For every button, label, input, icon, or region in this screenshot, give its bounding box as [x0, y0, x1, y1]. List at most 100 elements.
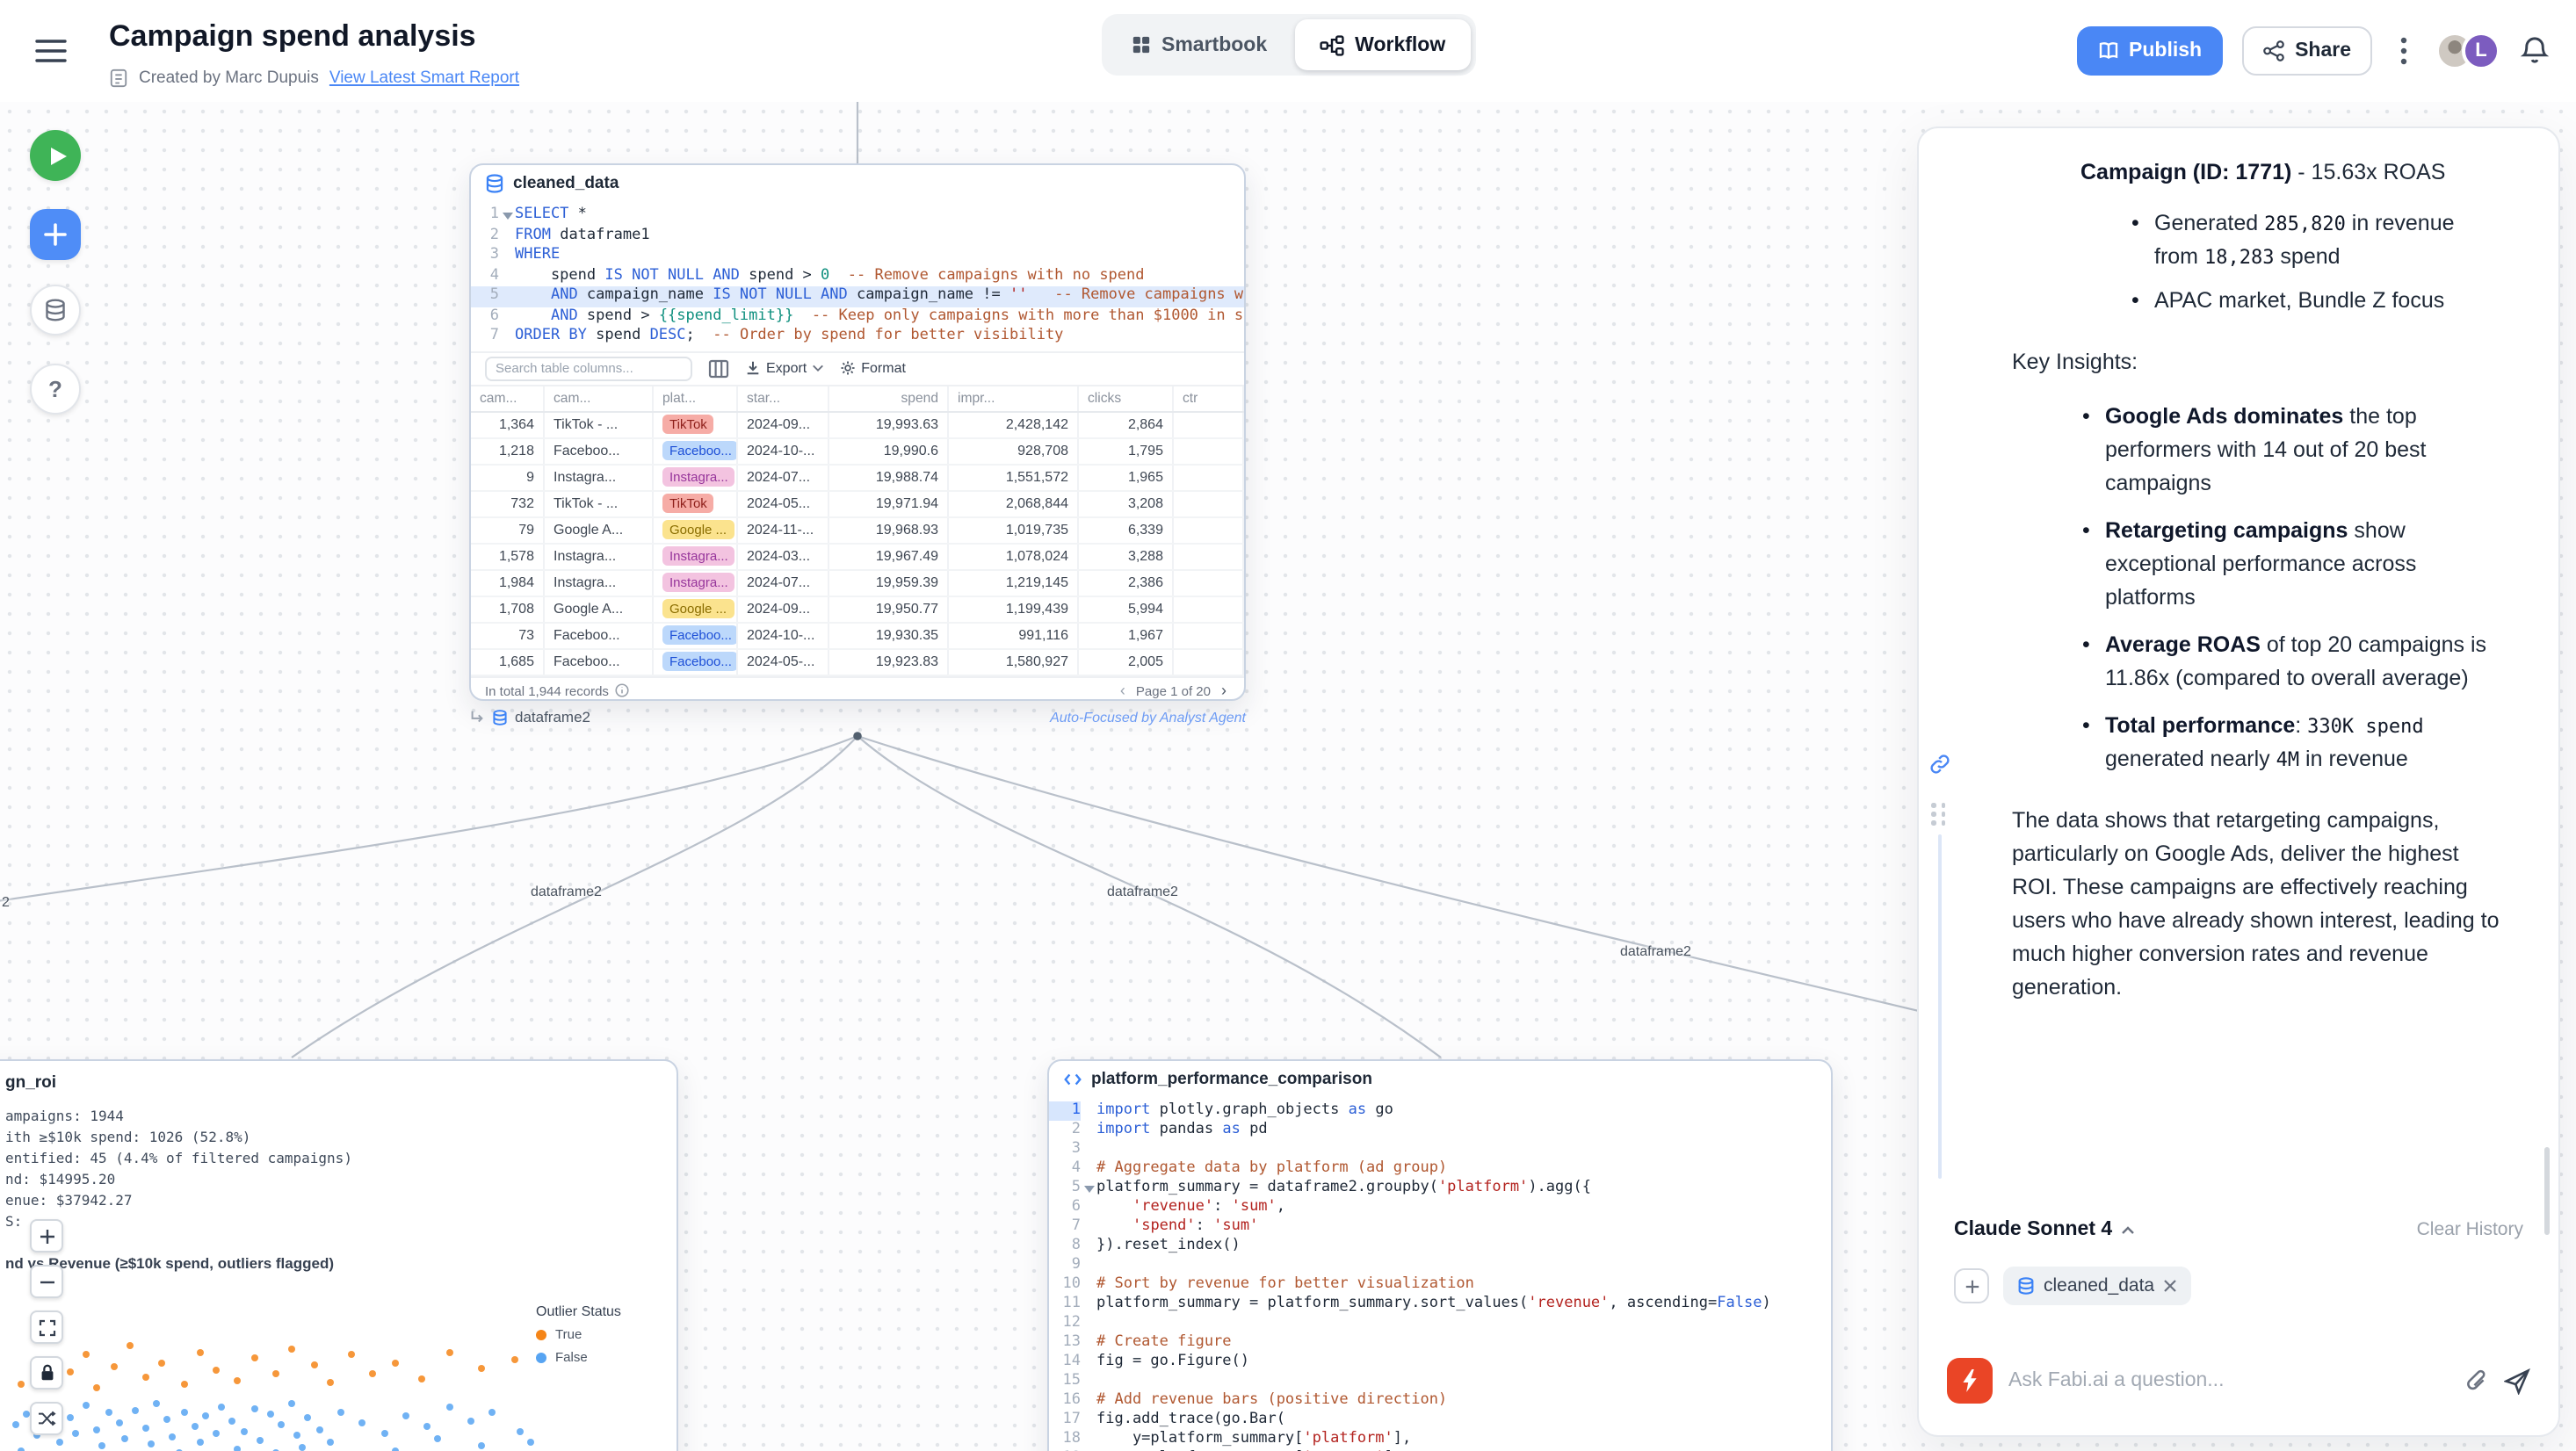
table-row[interactable]: 732TikTok - ...TikTok2024-05...19,971.94…: [471, 491, 1244, 517]
add-context-button[interactable]: [1954, 1268, 1989, 1303]
line-number: 1: [1049, 1101, 1081, 1121]
code-line: 3WHERE: [471, 246, 1244, 266]
column-header[interactable]: cam...: [471, 386, 545, 410]
scatter-point: [392, 1447, 399, 1451]
format-button[interactable]: Format: [840, 360, 906, 376]
share-button[interactable]: Share: [2242, 26, 2372, 76]
line-number: 9: [1049, 1256, 1081, 1275]
scatter-plot[interactable]: [5, 1328, 546, 1451]
chevron-up-icon: [2121, 1225, 2135, 1234]
paperclip-icon[interactable]: [2465, 1368, 2488, 1394]
table-search[interactable]: [485, 356, 692, 380]
column-header[interactable]: spend: [829, 386, 949, 410]
more-options-icon[interactable]: [2391, 35, 2416, 67]
scatter-point: [67, 1414, 74, 1421]
sql-editor[interactable]: 1SELECT *2FROM dataframe13WHERE4 spend I…: [471, 202, 1244, 350]
column-header[interactable]: impr...: [949, 386, 1079, 410]
scatter-point: [229, 1417, 236, 1424]
run-all-button[interactable]: [30, 130, 81, 181]
return-arrow-icon: [469, 709, 485, 725]
tab-workflow[interactable]: Workflow: [1295, 19, 1470, 70]
fold-spacer: [1081, 1411, 1096, 1430]
export-button[interactable]: Export: [745, 360, 824, 376]
column-header[interactable]: plat...: [654, 386, 738, 410]
table-row[interactable]: 9Instagra...Instagra...2024-07...19,988.…: [471, 465, 1244, 491]
node-title: cleaned_data: [513, 174, 619, 193]
fold-chevron-icon[interactable]: [1081, 1179, 1096, 1198]
line-number: 13: [1049, 1333, 1081, 1353]
scatter-point: [359, 1419, 366, 1426]
table-cell: 2,428,142: [949, 412, 1079, 437]
legend-item[interactable]: True: [536, 1326, 659, 1342]
publish-label: Publish: [2129, 40, 2202, 61]
chat-scrollbar[interactable]: [2544, 1147, 2550, 1235]
next-page-icon[interactable]: ›: [1218, 682, 1230, 699]
fold-spacer: [499, 286, 515, 307]
fold-spacer: [1081, 1159, 1096, 1179]
table-row[interactable]: 1,578Instagra...Instagra...2024-03...19,…: [471, 544, 1244, 570]
fold-spacer: [1081, 1430, 1096, 1449]
fold-spacer: [499, 246, 515, 266]
scatter-point: [250, 1405, 257, 1412]
scatter-point: [67, 1368, 74, 1375]
add-cell-button[interactable]: [30, 209, 81, 260]
prev-page-icon[interactable]: ‹: [1117, 682, 1129, 699]
table-cell: 1,984: [471, 570, 545, 595]
info-icon[interactable]: [616, 683, 630, 697]
link-icon[interactable]: [1929, 754, 1950, 775]
latest-smart-report-link[interactable]: View Latest Smart Report: [329, 69, 519, 88]
node-campaign-roi[interactable]: gn_roi ampaigns: 1944ith ≥$10k spend: 10…: [0, 1059, 678, 1451]
auto-layout-button[interactable]: [30, 1402, 63, 1435]
chat-input[interactable]: [2008, 1370, 2449, 1391]
scatter-point: [197, 1438, 204, 1445]
legend-title: Outlier Status: [536, 1303, 659, 1319]
legend-item[interactable]: False: [536, 1349, 659, 1365]
table-search-input[interactable]: [487, 360, 691, 376]
columns-icon[interactable]: [708, 357, 729, 379]
output-dataframe-label[interactable]: dataframe2: [515, 708, 590, 726]
data-sources-button[interactable]: [30, 285, 81, 336]
python-editor[interactable]: 1import plotly.graph_objects as go2impor…: [1049, 1098, 1831, 1451]
scatter-point: [327, 1380, 334, 1387]
line-number: 4: [1049, 1159, 1081, 1179]
zoom-out-button[interactable]: [30, 1265, 63, 1298]
table-row[interactable]: 1,364TikTok - ...TikTok2024-09...19,993.…: [471, 412, 1244, 438]
table-row[interactable]: 1,708Google A...Google ...2024-09...19,9…: [471, 596, 1244, 623]
close-icon[interactable]: [2163, 1279, 2177, 1293]
chat-bullet-item: Google Ads dominates the top performers …: [2105, 401, 2506, 501]
zoom-in-button[interactable]: [30, 1219, 63, 1252]
table-row[interactable]: 73Faceboo...Faceboo...2024-10-...19,930.…: [471, 623, 1244, 649]
help-button[interactable]: ?: [30, 364, 81, 415]
send-icon[interactable]: [2504, 1368, 2530, 1394]
fit-view-button[interactable]: [30, 1310, 63, 1344]
lock-icon: [38, 1363, 55, 1382]
table-row[interactable]: 1,685Faceboo...Faceboo...2024-05-...19,9…: [471, 649, 1244, 675]
scatter-point: [305, 1414, 312, 1421]
clear-history-button[interactable]: Clear History: [2417, 1219, 2523, 1240]
column-header[interactable]: ctr: [1174, 386, 1244, 410]
node-platform-performance[interactable]: platform_performance_comparison 1import …: [1047, 1059, 1833, 1451]
column-header[interactable]: clicks: [1079, 386, 1174, 410]
model-selector[interactable]: Claude Sonnet 4: [1954, 1219, 2135, 1240]
chat-message-area[interactable]: Campaign (ID: 1771) - 15.63x ROASGenerat…: [1919, 128, 2544, 1207]
code-tokens: platform_summary = dataframe2.groupby('p…: [1096, 1179, 1591, 1198]
column-header[interactable]: star...: [738, 386, 829, 410]
context-chip-cleaned-data[interactable]: cleaned_data: [2003, 1267, 2191, 1305]
column-header[interactable]: cam...: [545, 386, 654, 410]
lock-layout-button[interactable]: [30, 1356, 63, 1390]
code-line: 5platform_summary = dataframe2.groupby('…: [1049, 1179, 1831, 1198]
publish-button[interactable]: Publish: [2076, 26, 2223, 76]
collaborator-avatars[interactable]: L: [2435, 32, 2500, 70]
table-row[interactable]: 1,218Faceboo...Faceboo...2024-10-...19,9…: [471, 438, 1244, 465]
table-row[interactable]: 1,984Instagra...Instagra...2024-07...19,…: [471, 570, 1244, 596]
drag-handle-icon[interactable]: [1931, 803, 1945, 825]
table-row[interactable]: 79Google A...Google ...2024-11-...19,968…: [471, 517, 1244, 544]
notifications-bell-icon[interactable]: [2520, 35, 2551, 67]
console-line: nd: $14995.20: [5, 1170, 677, 1191]
node-output-row: dataframe2 Auto-Focused by Analyst Agent: [469, 708, 1246, 726]
table-cell: Faceboo...: [654, 649, 738, 674]
node-cleaned-data[interactable]: cleaned_data 1SELECT *2FROM dataframe13W…: [469, 163, 1246, 701]
menu-icon[interactable]: [35, 39, 67, 63]
tab-smartbook[interactable]: Smartbook: [1107, 19, 1292, 70]
fold-chevron-icon[interactable]: [499, 206, 515, 226]
